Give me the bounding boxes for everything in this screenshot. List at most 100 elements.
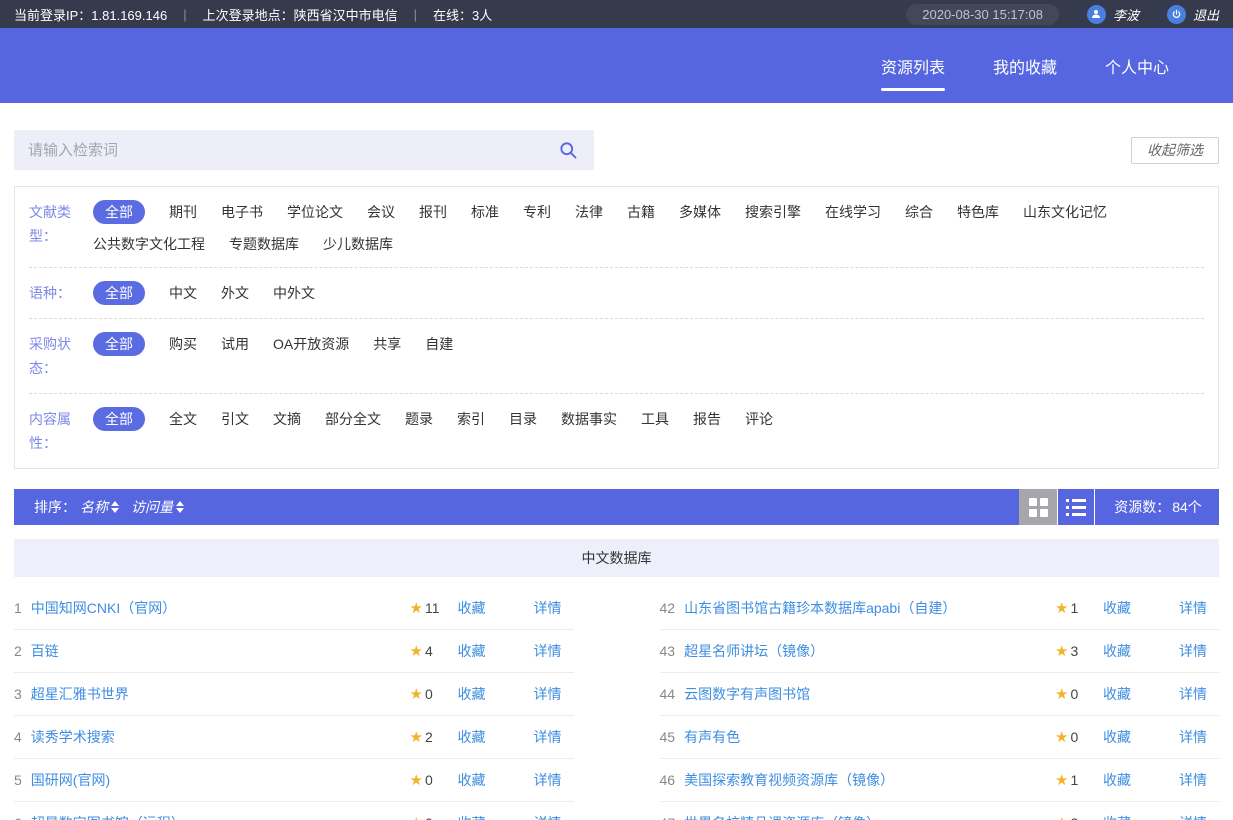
filter-option[interactable]: 试用 bbox=[221, 334, 249, 354]
collect-link[interactable]: 收藏 bbox=[458, 684, 486, 704]
star-count-value: 0 bbox=[1070, 686, 1078, 702]
filter-option[interactable]: 题录 bbox=[405, 409, 433, 429]
database-title-link[interactable]: 有声有色 bbox=[684, 727, 1055, 747]
database-title-link[interactable]: 云图数字有声图书馆 bbox=[684, 684, 1055, 704]
database-title-link[interactable]: 美国探索教育视频资源库（镜像） bbox=[684, 770, 1055, 790]
database-title-link[interactable]: 世界名校精品课资源库（镜像） bbox=[684, 813, 1055, 820]
filter-option[interactable]: 索引 bbox=[457, 409, 485, 429]
filter-option[interactable]: 评论 bbox=[745, 409, 773, 429]
filter-option[interactable]: 数据事实 bbox=[561, 409, 617, 429]
database-title-link[interactable]: 百链 bbox=[31, 641, 410, 661]
collect-link[interactable]: 收藏 bbox=[1103, 770, 1131, 790]
detail-link[interactable]: 详情 bbox=[1179, 770, 1207, 790]
star-icon: ★ bbox=[1055, 728, 1068, 746]
detail-link[interactable]: 详情 bbox=[1179, 641, 1207, 661]
filter-option[interactable]: 外文 bbox=[221, 283, 249, 303]
filter-option[interactable]: 法律 bbox=[575, 202, 603, 222]
detail-link[interactable]: 详情 bbox=[534, 727, 562, 747]
detail-link[interactable]: 详情 bbox=[534, 684, 562, 704]
detail-link[interactable]: 详情 bbox=[534, 598, 562, 618]
separator: | bbox=[414, 7, 417, 22]
filter-option[interactable]: 专题数据库 bbox=[229, 234, 299, 254]
sort-option-1[interactable]: 访问量 bbox=[131, 497, 192, 517]
collect-link[interactable]: 收藏 bbox=[1103, 641, 1131, 661]
detail-link[interactable]: 详情 bbox=[1179, 684, 1207, 704]
collect-link[interactable]: 收藏 bbox=[1103, 727, 1131, 747]
row-number: 4 bbox=[14, 729, 22, 745]
table-row: 6超星数字图书馆（远程）★0收藏详情 bbox=[14, 802, 574, 820]
tab-0[interactable]: 资源列表 bbox=[881, 54, 945, 91]
sort-option-0[interactable]: 名称 bbox=[80, 497, 127, 517]
filter-option[interactable]: 中文 bbox=[169, 283, 197, 303]
filter-option[interactable]: 少儿数据库 bbox=[323, 234, 393, 254]
row-number: 5 bbox=[14, 772, 22, 788]
collect-link[interactable]: 收藏 bbox=[1103, 684, 1131, 704]
database-title-link[interactable]: 超星名师讲坛（镜像） bbox=[684, 641, 1055, 661]
filter-option[interactable]: 部分全文 bbox=[325, 409, 381, 429]
detail-link[interactable]: 详情 bbox=[534, 641, 562, 661]
detail-link[interactable]: 详情 bbox=[1179, 727, 1207, 747]
filter-option[interactable]: 标准 bbox=[471, 202, 499, 222]
search-input[interactable] bbox=[14, 130, 594, 170]
filter-option[interactable]: 共享 bbox=[373, 334, 401, 354]
search-icon[interactable] bbox=[558, 140, 578, 165]
filter-option[interactable]: 期刊 bbox=[169, 202, 197, 222]
collect-link[interactable]: 收藏 bbox=[458, 813, 486, 820]
filter-option[interactable]: 文摘 bbox=[273, 409, 301, 429]
filter-option[interactable]: 工具 bbox=[641, 409, 669, 429]
collect-link[interactable]: 收藏 bbox=[1103, 598, 1131, 618]
detail-link[interactable]: 详情 bbox=[1179, 598, 1207, 618]
filter-option[interactable]: 电子书 bbox=[221, 202, 263, 222]
filter-option[interactable]: 专利 bbox=[523, 202, 551, 222]
table-row: 47世界名校精品课资源库（镜像）★2收藏详情 bbox=[660, 802, 1220, 820]
filter-option[interactable]: 报告 bbox=[693, 409, 721, 429]
collect-link[interactable]: 收藏 bbox=[458, 641, 486, 661]
star-icon: ★ bbox=[410, 642, 423, 660]
detail-link[interactable]: 详情 bbox=[534, 770, 562, 790]
logout-button[interactable]: 退出 bbox=[1193, 5, 1219, 24]
filter-option[interactable]: 购买 bbox=[169, 334, 197, 354]
filter-option[interactable]: OA开放资源 bbox=[273, 334, 349, 354]
database-title-link[interactable]: 中国知网CNKI（官网） bbox=[31, 598, 410, 618]
username[interactable]: 李波 bbox=[1113, 5, 1139, 24]
filter-option[interactable]: 学位论文 bbox=[287, 202, 343, 222]
tab-1[interactable]: 我的收藏 bbox=[993, 54, 1057, 91]
filter-option[interactable]: 古籍 bbox=[627, 202, 655, 222]
collect-link[interactable]: 收藏 bbox=[1103, 813, 1131, 820]
filter-option[interactable]: 特色库 bbox=[957, 202, 999, 222]
filter-option[interactable]: 引文 bbox=[221, 409, 249, 429]
filter-option[interactable]: 在线学习 bbox=[825, 202, 881, 222]
database-title-link[interactable]: 读秀学术搜索 bbox=[31, 727, 410, 747]
filter-option[interactable]: 全文 bbox=[169, 409, 197, 429]
list-view-button[interactable] bbox=[1057, 489, 1095, 525]
collect-link[interactable]: 收藏 bbox=[458, 770, 486, 790]
collect-link[interactable]: 收藏 bbox=[458, 727, 486, 747]
filter-option[interactable]: 公共数字文化工程 bbox=[93, 234, 205, 254]
list-column-left: 1中国知网CNKI（官网）★11收藏详情2百链★4收藏详情3超星汇雅书世界★0收… bbox=[14, 587, 574, 820]
filter-option[interactable]: 目录 bbox=[509, 409, 537, 429]
star-count-value: 4 bbox=[425, 643, 433, 659]
tab-2[interactable]: 个人中心 bbox=[1105, 54, 1169, 91]
collapse-filters-button[interactable]: 收起筛选 bbox=[1131, 137, 1219, 164]
filter-option[interactable]: 中外文 bbox=[273, 283, 315, 303]
database-title-link[interactable]: 超星汇雅书世界 bbox=[31, 684, 410, 704]
detail-link[interactable]: 详情 bbox=[534, 813, 562, 820]
grid-view-button[interactable] bbox=[1019, 489, 1057, 525]
filter-option[interactable]: 综合 bbox=[905, 202, 933, 222]
database-title-link[interactable]: 山东省图书馆古籍珍本数据库apabi（自建） bbox=[684, 598, 1055, 618]
filter-option[interactable]: 搜索引擎 bbox=[745, 202, 801, 222]
database-title-link[interactable]: 国研网(官网) bbox=[31, 770, 410, 790]
filter-selected-pill[interactable]: 全部 bbox=[93, 407, 145, 431]
database-title-link[interactable]: 超星数字图书馆（远程） bbox=[31, 813, 410, 820]
filter-option[interactable]: 山东文化记忆 bbox=[1023, 202, 1107, 222]
filter-option[interactable]: 自建 bbox=[425, 334, 453, 354]
filter-option[interactable]: 会议 bbox=[367, 202, 395, 222]
filter-selected-pill[interactable]: 全部 bbox=[93, 332, 145, 356]
collect-link[interactable]: 收藏 bbox=[458, 598, 486, 618]
filter-selected-pill[interactable]: 全部 bbox=[93, 281, 145, 305]
filter-selected-pill[interactable]: 全部 bbox=[93, 200, 145, 224]
detail-link[interactable]: 详情 bbox=[1179, 813, 1207, 820]
separator: | bbox=[183, 7, 186, 22]
filter-option[interactable]: 多媒体 bbox=[679, 202, 721, 222]
filter-option[interactable]: 报刊 bbox=[419, 202, 447, 222]
